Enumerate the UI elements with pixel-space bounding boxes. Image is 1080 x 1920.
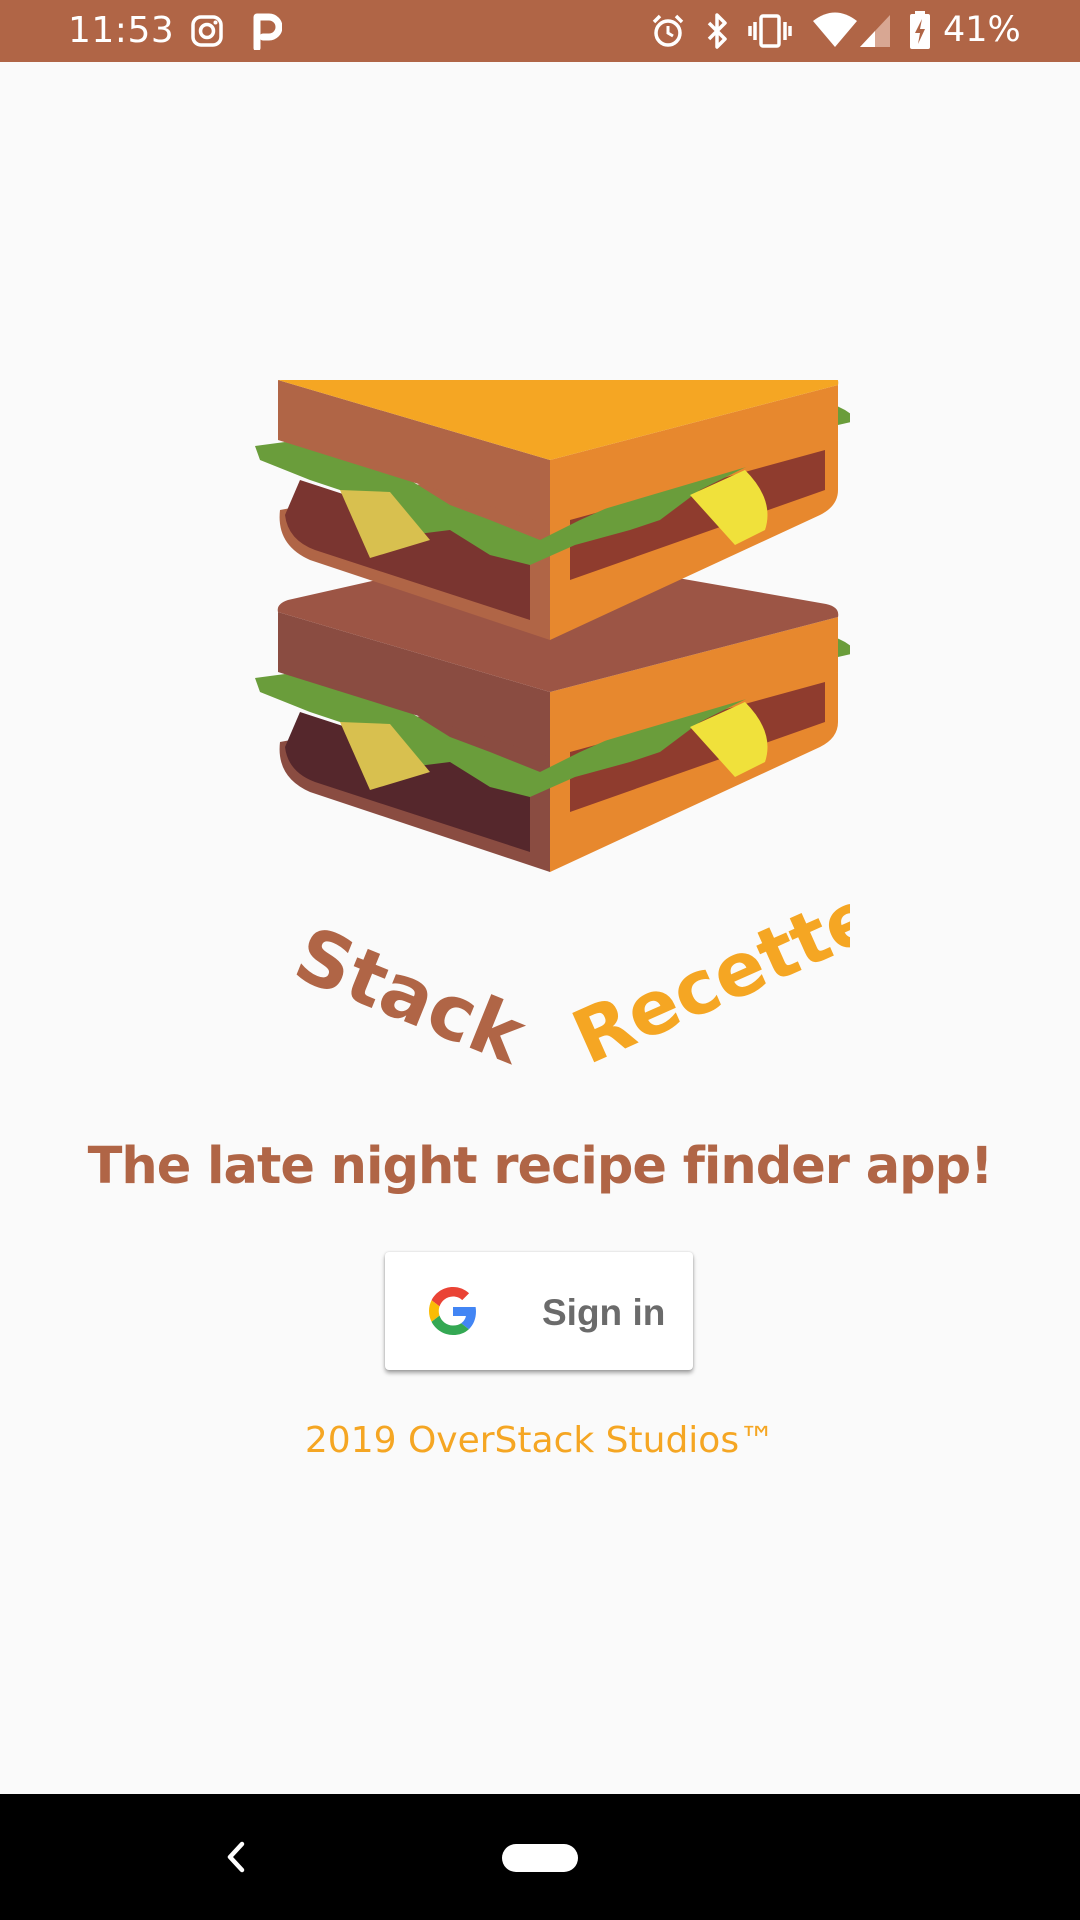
google-sign-in-button[interactable]: Sign in xyxy=(385,1252,693,1370)
status-time: 11:53 xyxy=(68,10,175,51)
wifi-icon xyxy=(813,12,857,47)
logo-word-stack: Stack xyxy=(283,909,538,1080)
battery-charging-icon xyxy=(910,11,930,49)
google-icon xyxy=(429,1287,476,1335)
signal-icon xyxy=(860,15,890,47)
back-icon[interactable] xyxy=(220,1834,250,1880)
bluetooth-icon xyxy=(707,13,727,49)
battery-percentage: 41% xyxy=(943,10,1021,50)
copyright-text: 2019 OverStack Studios™ xyxy=(304,1420,776,1461)
home-pill-icon[interactable] xyxy=(502,1844,578,1872)
instagram-icon xyxy=(191,15,223,47)
status-bar: 11:53 41% xyxy=(0,0,1080,62)
alarm-icon xyxy=(652,14,684,47)
logo-word-recette: Recette xyxy=(560,872,850,1080)
stack-recette-logo: Stack Recette xyxy=(255,380,850,1080)
vibrate-icon xyxy=(748,14,792,48)
pocket-icon xyxy=(253,13,282,50)
sign-in-label: Sign in xyxy=(542,1292,666,1333)
tagline: The late night recipe finder app! xyxy=(87,1137,994,1196)
